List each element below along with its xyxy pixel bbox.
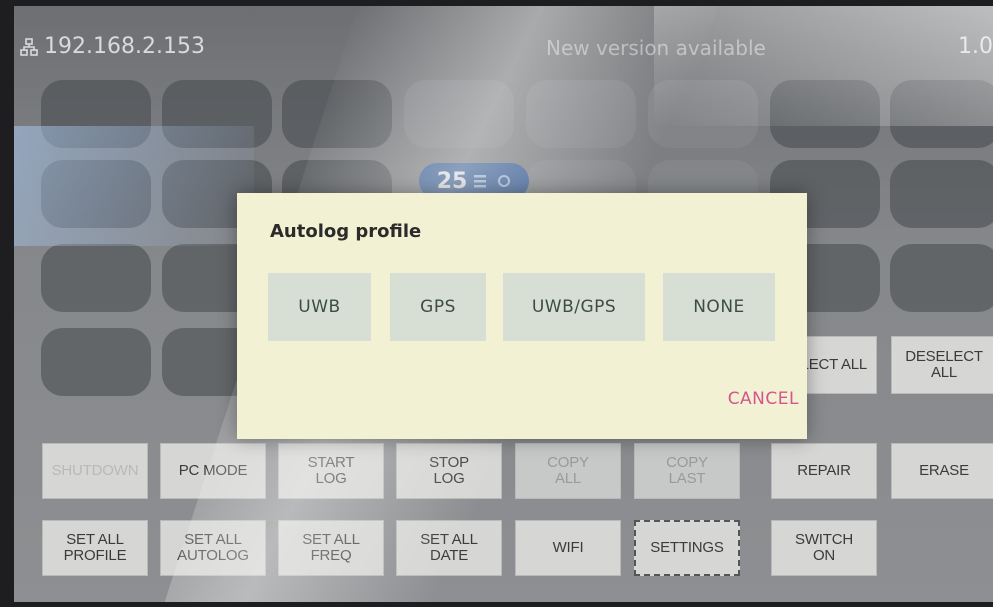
device-tile[interactable] — [890, 244, 993, 312]
device-tile[interactable] — [282, 80, 392, 148]
option-uwb-button[interactable]: UWB — [268, 273, 371, 341]
list-icon — [474, 175, 487, 188]
device-tile[interactable] — [770, 80, 880, 148]
set-all-profile-button[interactable]: SET ALL PROFILE — [42, 520, 148, 576]
ip-indicator: 192.168.2.153 — [20, 34, 205, 59]
settings-button[interactable]: SETTINGS — [634, 520, 740, 576]
network-icon — [20, 37, 38, 56]
device-tile[interactable] — [526, 80, 636, 148]
shutdown-button[interactable]: SHUTDOWN — [42, 443, 148, 499]
update-notice[interactable]: New version available — [546, 36, 766, 60]
copy-all-button[interactable]: COPY ALL — [515, 443, 621, 499]
set-all-autolog-button[interactable]: SET ALL AUTOLOG — [160, 520, 266, 576]
status-bar: 192.168.2.153 New version available 1.0 — [14, 34, 993, 64]
set-all-date-button[interactable]: SET ALL DATE — [396, 520, 502, 576]
device-count: 25 — [436, 168, 468, 194]
stop-log-button[interactable]: STOP LOG — [396, 443, 502, 499]
device-tile[interactable] — [890, 160, 993, 228]
pc-mode-button[interactable]: PC MODE — [160, 443, 266, 499]
device-tile[interactable] — [41, 160, 151, 228]
device-tile[interactable] — [404, 80, 514, 148]
option-none-button[interactable]: NONE — [663, 273, 775, 341]
option-uwb-gps-button[interactable]: UWB/GPS — [503, 273, 645, 341]
ip-address: 192.168.2.153 — [44, 34, 205, 59]
device-tile[interactable] — [648, 80, 758, 148]
device-tile[interactable] — [890, 80, 993, 148]
refresh-icon — [498, 175, 511, 187]
device-tile[interactable] — [41, 244, 151, 312]
start-log-button[interactable]: START LOG — [278, 443, 384, 499]
deselect-all-button[interactable]: DESELECT ALL — [891, 336, 993, 394]
wifi-button[interactable]: WIFI — [515, 520, 621, 576]
cancel-button[interactable]: CANCEL — [728, 389, 799, 409]
erase-button[interactable]: ERASE — [891, 443, 993, 499]
set-all-freq-button[interactable]: SET ALL FREQ — [278, 520, 384, 576]
option-gps-button[interactable]: GPS — [390, 273, 486, 341]
autolog-profile-dialog: Autolog profile UWB GPS UWB/GPS NONE CAN… — [237, 193, 807, 439]
version-label: 1.0 — [958, 34, 993, 59]
device-tile[interactable] — [41, 80, 151, 148]
repair-button[interactable]: REPAIR — [771, 443, 877, 499]
dialog-title: Autolog profile — [270, 221, 422, 242]
copy-last-button[interactable]: COPY LAST — [634, 443, 740, 499]
switch-on-button[interactable]: SWITCH ON — [771, 520, 877, 576]
device-tile[interactable] — [162, 80, 272, 148]
device-tile[interactable] — [41, 328, 151, 396]
